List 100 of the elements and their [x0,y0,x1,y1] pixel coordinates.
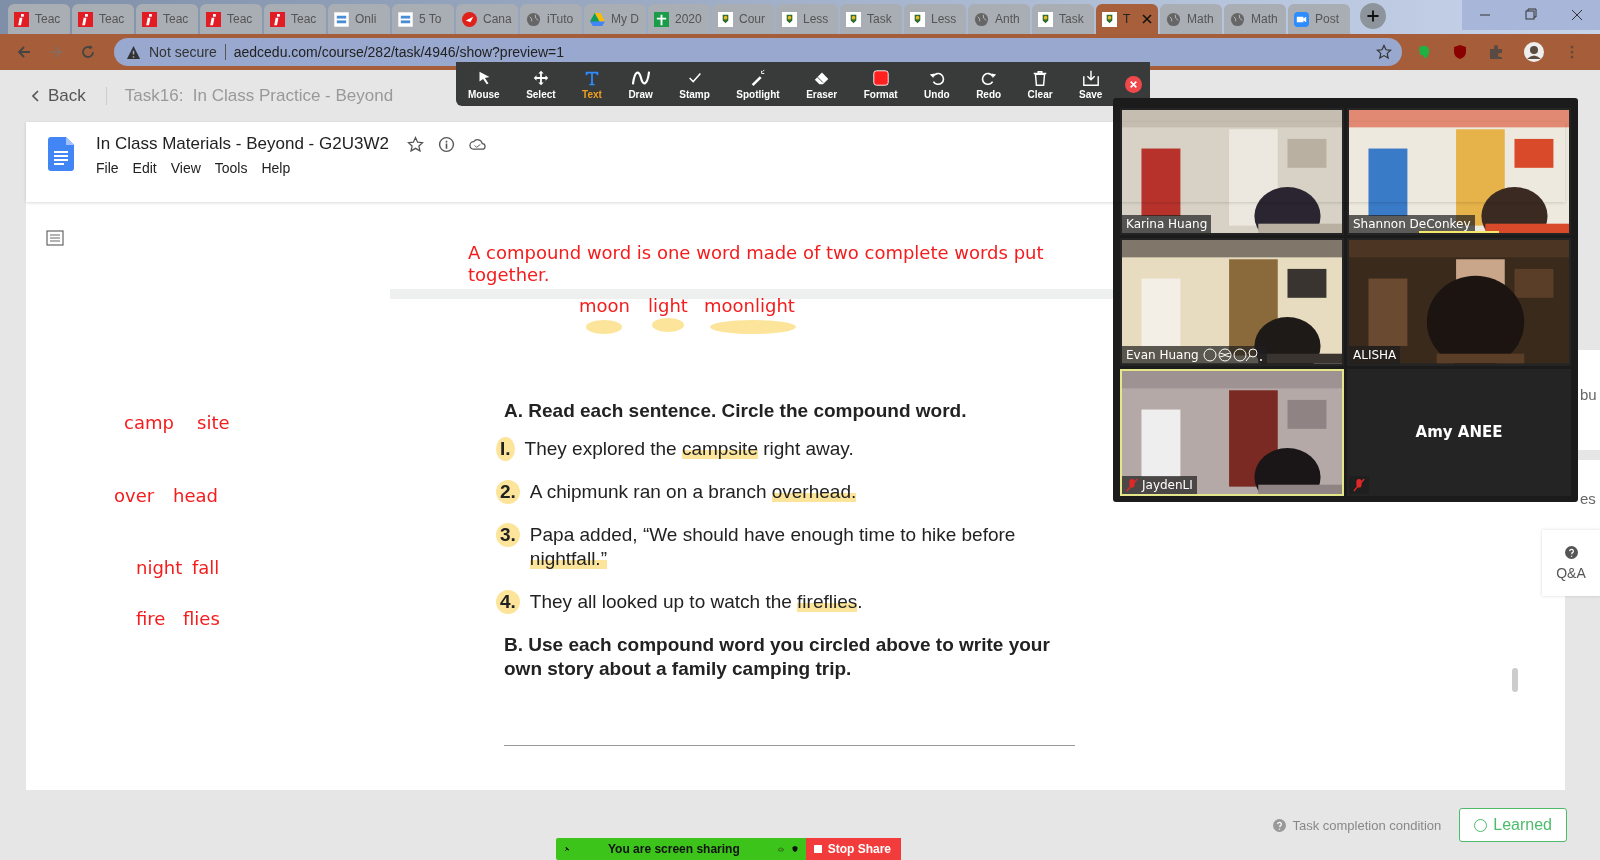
browser-tab[interactable]: Teac [72,4,134,34]
scrollbar-thumb[interactable] [1512,668,1518,692]
browser-tab[interactable]: 5 To [392,4,454,34]
help-icon [1273,818,1287,832]
reload-icon[interactable] [80,44,96,60]
info-icon[interactable] [437,135,455,153]
outline-icon[interactable] [46,230,64,246]
browser-tab[interactable]: Task [1032,4,1094,34]
menu-item[interactable]: Edit [132,160,157,176]
tool-button[interactable]: Redo [972,66,1006,102]
annotation-word: flies [183,608,220,629]
wave-icon [631,68,650,87]
letter-i-icon [14,11,29,27]
sentence: Papa added, “We should have enough time to hike before nightfall.” [529,523,1017,571]
menu-item[interactable]: Tools [214,160,248,176]
sharing-status-text: You are screen sharing [607,842,740,856]
browser-tab[interactable]: 2020 [648,4,710,34]
participant-name: JaydenLI [1142,478,1193,492]
tool-button[interactable]: Eraser [802,66,842,102]
annotation-word: fall [192,557,220,578]
tool-button[interactable]: Mouse [464,66,504,102]
tool-button[interactable]: Save [1075,66,1107,102]
browser-tab[interactable]: Less [776,4,838,34]
address-bar[interactable]: Not secure aedcedu.com/course/282/task/4946/show?preview=1 [114,38,1402,66]
participant-name: Evan Huang [1126,347,1199,362]
annotation-word: moonlight [704,295,795,316]
annotation-word: head [173,485,218,506]
school-crest-icon [910,11,925,27]
stop-icon [813,845,822,853]
browser-tab[interactable]: Math [1224,4,1286,34]
profile-avatar-icon[interactable] [1524,42,1544,62]
annotation-word: fire [136,608,166,629]
annotation-word: moon [579,295,630,316]
star-icon[interactable] [1376,44,1392,60]
magic-wand-icon [749,68,767,87]
tool-button[interactable]: Draw [624,66,657,102]
tool-button[interactable]: Undo [920,66,954,102]
muted-microphone-icon [1353,478,1365,492]
tool-button[interactable]: Text [578,66,606,102]
browser-tab[interactable]: Cour [712,4,774,34]
school-crest-icon [1038,11,1053,27]
browser-tab[interactable]: Teac [136,4,198,34]
browser-tab[interactable]: iTuto [520,4,582,34]
browser-tab[interactable]: Teac [200,4,262,34]
browser-tab[interactable]: Task [840,4,902,34]
shield-icon[interactable] [791,843,798,855]
plus-square-icon [654,11,669,27]
globe-icon [1166,11,1181,27]
learned-button[interactable]: Learned [1459,808,1567,842]
menu-item[interactable]: Help [261,160,291,176]
browser-tab[interactable]: My D [584,4,646,34]
tool-button[interactable]: Stamp [675,66,714,102]
browser-tab[interactable]: Post [1288,4,1350,34]
browser-tab[interactable]: Cana [456,4,518,34]
annotation-text: A compound word is one word made of two complete words put together. [468,242,1045,286]
tool-button[interactable]: Format [859,66,902,102]
browser-tab[interactable]: T [1096,4,1158,34]
menu-item[interactable]: View [170,160,201,176]
sentence: They all looked up to watch the fireflies. [529,590,863,614]
close-icon[interactable] [1124,75,1142,93]
annotation-word: over [114,485,155,506]
qa-button[interactable]: Q&A [1542,530,1600,596]
back-link[interactable]: Back [30,84,88,108]
annotation-word: night [136,557,183,578]
browser-tab[interactable]: Math [1160,4,1222,34]
muted-microphone-icon [1126,478,1138,492]
letter-i-icon [270,11,285,27]
participant-name: Karina Huang [1126,217,1208,232]
letter-i-icon [78,11,93,27]
tool-button[interactable]: Clear [1023,66,1057,102]
new-tab-icon[interactable] [1360,2,1386,29]
browser-tab[interactable]: Less [904,4,966,34]
warning-icon [126,44,141,60]
participant-name: Shannon DeConkey [1353,217,1471,232]
annotation-word: site [197,412,230,433]
browser-tab[interactable]: Teac [8,4,70,34]
letter-i-icon [206,11,221,27]
puzzle-icon[interactable] [1488,44,1504,60]
video-camera-icon [1294,11,1309,27]
back-arrow-icon[interactable] [16,44,32,60]
item-number: I. [496,437,515,461]
browser-tab[interactable]: Anth [968,4,1030,34]
menu-item[interactable]: File [96,160,119,176]
instruction-heading: B. Use each compound word you circled above to write your own story about a family camping trip. [504,633,1051,681]
side-label: es [1580,490,1596,507]
chevron-left-icon[interactable] [32,90,40,102]
instruction-heading: A. Read each sentence. Circle the compound word. [504,399,968,423]
globe-icon [974,11,989,27]
completion-condition-text: Task completion condition [1273,817,1442,833]
browser-tab[interactable]: Onli [328,4,390,34]
star-icon[interactable] [406,135,424,153]
annotation-word: light [648,295,688,316]
tool-button[interactable]: Spotlight [732,66,784,102]
stop-share-button[interactable]: Stop Share [805,838,901,860]
participant-name: Amy ANEE [1415,423,1503,442]
browser-tab[interactable]: Teac [264,4,326,34]
school-crest-icon [846,11,861,27]
triangle-logo-icon [590,11,605,27]
school-crest-icon [1102,11,1117,27]
tool-button[interactable]: Select [522,66,560,102]
